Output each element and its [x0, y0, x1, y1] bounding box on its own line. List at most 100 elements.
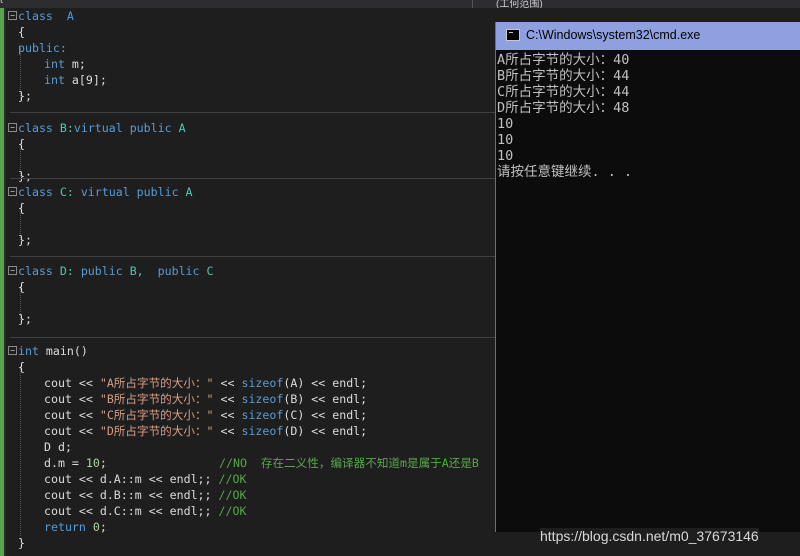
code-comment: //OK [218, 504, 247, 518]
code-line: cout << d.A::m << endl;; //OK [44, 471, 246, 487]
code-token: class [18, 121, 53, 135]
code-line: { [18, 359, 25, 375]
code-token: int [44, 57, 65, 71]
fold-toggle-icon[interactable]: − [8, 11, 17, 20]
console-line: 10 [497, 132, 514, 148]
code-line: { [18, 136, 25, 152]
code-line: class C: virtual public A [18, 184, 193, 200]
code-line: class B:virtual public A [18, 120, 186, 136]
top-tab-label[interactable]: t [0, 0, 3, 6]
top-strip: t (工何范围) [0, 0, 800, 10]
code-token: D d; [44, 440, 72, 454]
code-token: sizeof [241, 408, 284, 422]
code-token: class [18, 264, 53, 278]
code-token: { [18, 360, 25, 374]
code-token: (A) [283, 376, 305, 390]
code-token: << endl; [304, 392, 368, 406]
code-token: class A [18, 9, 74, 23]
code-token: 0 [85, 520, 100, 534]
code-token: C: [52, 185, 81, 199]
code-token: main() [38, 344, 88, 358]
code-line: { [18, 200, 25, 216]
fold-toggle-icon[interactable]: − [8, 187, 17, 196]
code-line: d.m = 10; //NO 存在二义性，编译器不知道m是属于A还是B [44, 455, 479, 471]
code-token: A [178, 185, 193, 199]
code-token: public [157, 264, 200, 278]
code-line: D d; [44, 439, 72, 455]
code-token: sizeof [241, 392, 284, 406]
code-token: }; [18, 169, 32, 183]
code-token: cout << [44, 424, 100, 438]
cmd-window[interactable]: C:\Windows\system32\cmd.exe A所占字节的大小：40 … [495, 22, 800, 532]
cmd-output[interactable]: A所占字节的大小：40 B所占字节的大小：44 C所占字节的大小：44 D所占字… [496, 50, 800, 180]
fold-toggle-icon[interactable]: − [8, 266, 17, 275]
code-line: }; [18, 232, 32, 248]
code-token: cout << d.C::m << endl;; [44, 504, 219, 518]
code-line: }; [18, 311, 32, 327]
code-token: (D) [283, 424, 305, 438]
code-token: cout << [44, 376, 100, 390]
fold-toggle-icon[interactable]: − [8, 123, 17, 132]
code-token: D: [52, 264, 81, 278]
code-comment: //NO 存在二义性，编译器不知道m是属于A还是B [219, 456, 479, 470]
code-token: << endl; [304, 424, 368, 438]
console-line: B所占字节的大小：44 [497, 68, 630, 84]
code-line: int main() [18, 343, 88, 359]
code-token: << [213, 392, 242, 406]
code-line: int a[9]; [44, 72, 107, 88]
code-line: cout << "B所占字节的大小：" << sizeof(B) << endl… [44, 391, 367, 407]
code-token: (C) [283, 408, 305, 422]
code-line: int m; [44, 56, 86, 72]
code-token: cout << [44, 408, 100, 422]
code-line: return 0; [44, 519, 107, 535]
code-token: B, [122, 264, 158, 278]
code-token: ; [99, 456, 107, 470]
code-token: B: [52, 121, 74, 135]
code-token: "B所占字节的大小：" [99, 392, 214, 406]
code-line: public: [18, 40, 67, 56]
code-token: (B) [283, 392, 305, 406]
cmd-title-bar[interactable]: C:\Windows\system32\cmd.exe [496, 22, 800, 50]
code-token: { [18, 25, 25, 39]
fold-toggle-icon[interactable]: − [8, 346, 17, 355]
console-line: 10 [497, 148, 514, 164]
code-token: }; [18, 312, 32, 326]
code-token: d.m = [44, 456, 86, 470]
code-line: cout << d.C::m << endl;; //OK [44, 503, 246, 519]
code-token: }; [18, 233, 32, 247]
code-token: a[9]; [64, 73, 107, 87]
console-line: 请按任意键继续. . . [497, 164, 633, 180]
code-token: << endl; [304, 408, 368, 422]
code-token: ; [99, 520, 107, 534]
code-token: << [213, 376, 242, 390]
console-line: D所占字节的大小：48 [497, 100, 630, 116]
code-token: virtual public [73, 121, 172, 135]
code-comment: //OK [218, 488, 247, 502]
code-token: sizeof [241, 424, 284, 438]
code-line: cout << d.B::m << endl;; //OK [44, 487, 246, 503]
code-token: << endl; [304, 376, 368, 390]
code-token: }; [18, 89, 32, 103]
code-token: C [199, 264, 214, 278]
code-token: "A所占字节的大小：" [99, 376, 214, 390]
code-token: { [18, 280, 25, 294]
code-line: class D: public B, public C [18, 263, 213, 279]
code-token: m; [64, 57, 86, 71]
code-token: cout << [44, 392, 100, 406]
code-token: int [18, 344, 39, 358]
indent-guide [20, 368, 21, 536]
console-line: C所占字节的大小：44 [497, 84, 630, 100]
code-line: { [18, 279, 25, 295]
gutter-margin [4, 8, 6, 556]
code-token: "D所占字节的大小：" [99, 424, 214, 438]
code-token: } [18, 536, 25, 550]
code-token: << [213, 424, 242, 438]
code-token: "C所占字节的大小：" [99, 408, 214, 422]
code-token: class [18, 185, 53, 199]
code-token: public: [18, 41, 67, 55]
code-line: { [18, 24, 25, 40]
console-line: A所占字节的大小：40 [497, 52, 630, 68]
code-line: cout << "D所占字节的大小：" << sizeof(D) << endl… [44, 423, 367, 439]
code-line: }; [18, 168, 32, 184]
code-token: virtual public [80, 185, 179, 199]
